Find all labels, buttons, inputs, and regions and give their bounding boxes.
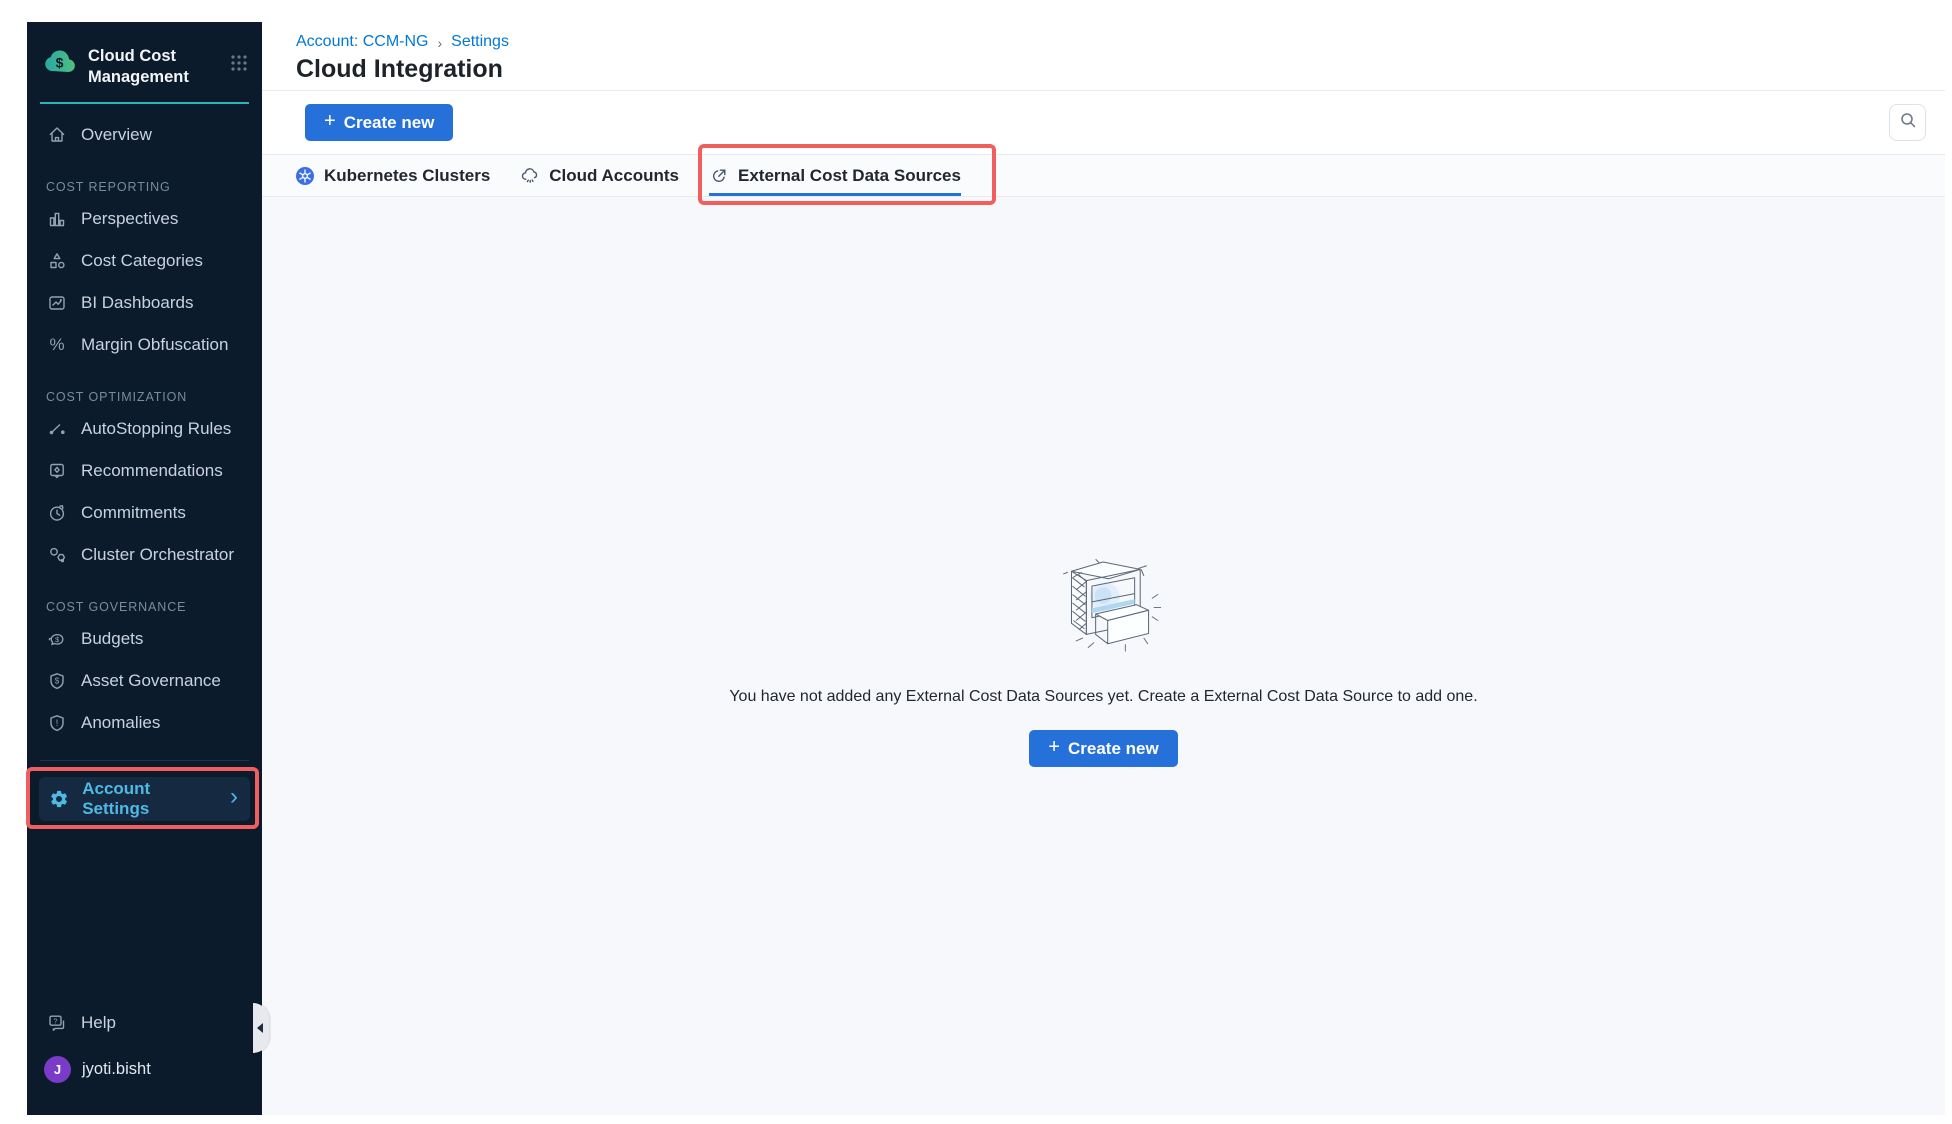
autostopping-slope-icon (46, 418, 68, 440)
kubernetes-icon (295, 166, 315, 186)
tab-bar: Kubernetes Clusters Cloud Accounts (262, 155, 1945, 197)
percent-icon: % (46, 334, 68, 356)
svg-text:!: ! (56, 718, 59, 728)
sidebar-item-label: Anomalies (81, 713, 160, 733)
tab-label: Cloud Accounts (549, 166, 679, 186)
sidebar-item-label: Cluster Orchestrator (81, 545, 234, 565)
sidebar-item-anomalies[interactable]: ! Anomalies (27, 702, 262, 744)
cloud-icon (520, 166, 540, 186)
sidebar-item-help[interactable]: ? Help (27, 1002, 262, 1044)
sidebar-item-label: AutoStopping Rules (81, 419, 231, 439)
sidebar-item-label: Budgets (81, 629, 143, 649)
shield-dollar-icon: $ (46, 670, 68, 692)
sidebar-item-cluster-orchestrator[interactable]: Cluster Orchestrator (27, 534, 262, 576)
svg-text:$: $ (55, 677, 60, 686)
sidebar-divider (40, 760, 249, 761)
sidebar-item-label: BI Dashboards (81, 293, 193, 313)
breadcrumb-separator-icon: › (437, 34, 442, 51)
avatar: J (44, 1056, 71, 1083)
external-link-icon (709, 166, 729, 186)
app-title: Cloud Cost Management (88, 46, 206, 87)
sidebar-nav: Overview COST REPORTING Perspectives (27, 104, 262, 744)
page: $ Cloud Cost Management (0, 0, 1952, 1124)
sidebar-item-label: Margin Obfuscation (81, 335, 228, 355)
section-header-cost-governance: COST GOVERNANCE (46, 600, 262, 614)
sidebar-item-bi-dashboards[interactable]: BI Dashboards (27, 282, 262, 324)
page-title: Cloud Integration (296, 55, 1945, 84)
sidebar-item-label: Perspectives (81, 209, 178, 229)
breadcrumb-account-link[interactable]: Account: CCM-NG (296, 33, 428, 51)
svg-text:?: ? (53, 1017, 57, 1026)
search-button[interactable] (1889, 104, 1926, 141)
piggy-bank-icon: $ (46, 628, 68, 650)
dashboard-image-icon (46, 292, 68, 314)
empty-drawer-illustration (1043, 549, 1165, 658)
main-area: Account: CCM-NG › Settings Cloud Integra… (262, 22, 1945, 1115)
sidebar-item-label: Recommendations (81, 461, 223, 481)
user-name: jyoti.bisht (82, 1060, 151, 1079)
tab-label: External Cost Data Sources (738, 166, 961, 186)
sidebar-item-asset-governance[interactable]: $ Asset Governance (27, 660, 262, 702)
sidebar-item-recommendations[interactable]: Recommendations (27, 450, 262, 492)
svg-text:$: $ (56, 55, 64, 71)
page-header: Account: CCM-NG › Settings Cloud Integra… (262, 22, 1945, 91)
chevron-right-icon: › (230, 785, 238, 813)
shapes-icon (46, 250, 68, 272)
plus-icon: + (324, 110, 336, 133)
tab-kubernetes-clusters[interactable]: Kubernetes Clusters (295, 155, 490, 196)
sidebar-item-label: Commitments (81, 503, 186, 523)
empty-create-new-button[interactable]: + Create new (1029, 730, 1177, 767)
breadcrumb-settings-link[interactable]: Settings (451, 33, 509, 51)
sidebar-spacer (27, 821, 262, 1002)
home-icon (46, 124, 68, 146)
search-icon (1899, 111, 1917, 134)
sidebar-item-label: Account Settings (82, 779, 217, 819)
plus-icon: + (1048, 736, 1060, 759)
recommendation-tag-icon (46, 460, 68, 482)
collapse-arrow-icon (257, 1023, 263, 1033)
section-header-cost-optimization: COST OPTIMIZATION (46, 390, 262, 404)
user-profile[interactable]: J jyoti.bisht (27, 1056, 262, 1083)
sidebar-item-label: Help (81, 1013, 116, 1033)
app-window: $ Cloud Cost Management (27, 22, 1945, 1115)
content-area: You have not added any External Cost Dat… (262, 197, 1945, 1115)
sidebar-item-label: Overview (81, 125, 152, 145)
sidebar-item-overview[interactable]: Overview (27, 114, 262, 156)
create-new-label: Create new (1068, 739, 1159, 759)
breadcrumb: Account: CCM-NG › Settings (296, 33, 1945, 51)
section-header-cost-reporting: COST REPORTING (46, 180, 262, 194)
tab-external-cost-data-sources[interactable]: External Cost Data Sources (709, 155, 961, 196)
create-new-button[interactable]: + Create new (305, 104, 453, 141)
cluster-nodes-icon (46, 544, 68, 566)
sidebar-item-commitments[interactable]: Commitments (27, 492, 262, 534)
sidebar-item-cost-categories[interactable]: Cost Categories (27, 240, 262, 282)
tab-label: Kubernetes Clusters (324, 166, 490, 186)
sidebar-item-label: Asset Governance (81, 671, 221, 691)
create-new-label: Create new (344, 113, 435, 133)
cloud-cost-logo-icon: $ (43, 46, 77, 81)
sidebar-item-budgets[interactable]: $ Budgets (27, 618, 262, 660)
help-chat-icon: ? (46, 1012, 68, 1034)
tab-cloud-accounts[interactable]: Cloud Accounts (520, 155, 679, 196)
logo-row: $ Cloud Cost Management (27, 22, 262, 87)
sidebar-item-perspectives[interactable]: Perspectives (27, 198, 262, 240)
toolbar: + Create new (262, 91, 1945, 155)
shield-alert-icon: ! (46, 712, 68, 734)
empty-state-message: You have not added any External Cost Dat… (729, 688, 1477, 706)
sidebar-item-margin-obfuscation[interactable]: % Margin Obfuscation (27, 324, 262, 366)
svg-text:$: $ (55, 635, 60, 644)
gear-icon (48, 788, 69, 810)
sidebar-item-account-settings[interactable]: Account Settings › (39, 777, 250, 821)
sidebar-item-label: Cost Categories (81, 251, 203, 271)
bar-chart-icon (46, 208, 68, 230)
clock-history-icon (46, 502, 68, 524)
sidebar: $ Cloud Cost Management (27, 22, 262, 1115)
sidebar-item-autostopping-rules[interactable]: AutoStopping Rules (27, 408, 262, 450)
app-switcher-grid-icon[interactable] (230, 54, 248, 77)
